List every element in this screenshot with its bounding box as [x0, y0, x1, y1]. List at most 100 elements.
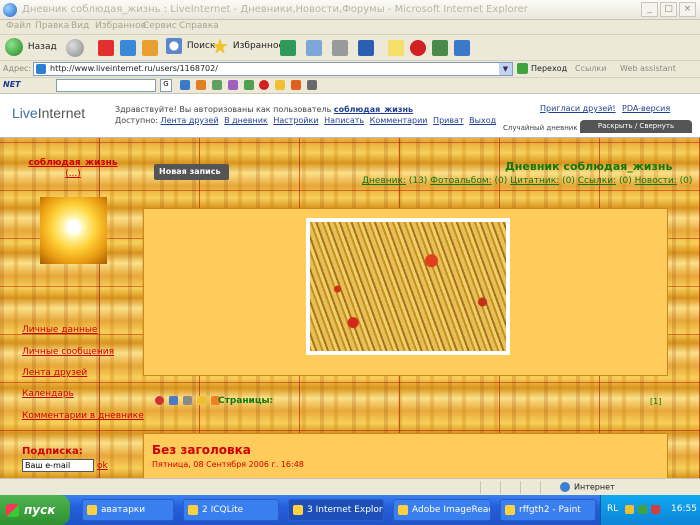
plugin-icon[interactable] [432, 40, 448, 56]
word-icon[interactable] [358, 40, 374, 56]
task-icqlite[interactable]: 2 ICQLite [183, 499, 279, 521]
subscribe-ok-link[interactable]: ok [97, 461, 108, 471]
diary-stats: Дневник: (13) Фотоальбом: (0) Цитатник: … [362, 176, 693, 186]
history-icon[interactable] [280, 40, 296, 56]
nav-friends-feed[interactable]: Лента друзей [161, 116, 219, 125]
page-1-link[interactable]: [1] [650, 397, 661, 406]
sidebar-item-friends-feed[interactable]: Лента друзей [22, 368, 87, 378]
notes-icon[interactable] [388, 40, 404, 56]
nav-private[interactable]: Приват [433, 116, 464, 125]
back-arrow-icon [5, 38, 23, 56]
print-post-icon[interactable] [182, 396, 192, 405]
stat-quotes-link[interactable]: Цитатник: [510, 176, 559, 186]
close-button[interactable]: × [679, 2, 696, 17]
sidebar-item-comments[interactable]: Комментарии в дневнике [22, 411, 144, 421]
go-button[interactable]: Переход [517, 63, 567, 74]
stat-links-link[interactable]: Ссылки: [578, 176, 616, 186]
star-icon [212, 38, 228, 54]
menu-file[interactable]: Файл [6, 21, 31, 31]
ie-icon [3, 3, 17, 17]
print-icon[interactable] [332, 40, 348, 56]
chart-icon[interactable] [180, 80, 190, 90]
pda-version-link[interactable]: PDA-версия [622, 104, 670, 113]
menu-help[interactable]: Справка [179, 21, 219, 31]
menu-favorites[interactable]: Избранное [95, 21, 146, 31]
search-icon [166, 38, 182, 54]
random-diary-link[interactable]: Случайный дневник // [503, 124, 585, 132]
clock: 16:55 [671, 504, 697, 514]
language-indicator[interactable]: RL [607, 504, 618, 514]
email-field[interactable] [22, 459, 94, 472]
nav-to-diary[interactable]: В дневник [224, 116, 268, 125]
cart-icon[interactable] [243, 80, 254, 90]
favorites-button[interactable]: Избранное [212, 38, 284, 58]
post-title[interactable]: Без заголовка [152, 443, 251, 457]
sidebar-item-messages[interactable]: Личные сообщения [22, 347, 114, 357]
wheat-photo [306, 218, 510, 355]
forward-arrow-icon[interactable] [66, 39, 84, 57]
stat-diary-link[interactable]: Дневник: [362, 176, 406, 186]
blog-username-link[interactable]: соблюдая_жизнь [28, 158, 118, 168]
task-paint[interactable]: rffgth2 - Paint [500, 499, 596, 521]
pages-label: Страницы: [218, 396, 274, 406]
mail-icon[interactable] [306, 40, 322, 56]
nav-logout[interactable]: Выход [469, 116, 496, 125]
add-icon[interactable] [155, 396, 164, 405]
start-button[interactable]: пуск [0, 495, 70, 525]
bookmark-star-icon[interactable] [291, 80, 302, 90]
weather-icon[interactable] [211, 80, 222, 90]
nav-comments[interactable]: Комментарии [370, 116, 428, 125]
liveinternet-logo[interactable]: LiveInternet [12, 105, 85, 121]
tray-icon-3[interactable] [651, 505, 660, 514]
menu-view[interactable]: Вид [71, 21, 89, 31]
avatar[interactable] [40, 197, 107, 264]
cloud-icon[interactable] [275, 80, 286, 90]
sidebar-item-calendar[interactable]: Календарь [22, 389, 74, 399]
envelope-icon[interactable] [307, 80, 317, 90]
net-logo: NET [3, 80, 21, 89]
menu-edit[interactable]: Правка [35, 21, 69, 31]
username-link[interactable]: соблюдая_жизнь [334, 105, 413, 114]
minimize-button[interactable]: _ [641, 2, 658, 17]
sidebar-item-profile[interactable]: Личные данные [22, 325, 97, 335]
security-zone: Интернет [560, 482, 615, 492]
diary-title: Дневник соблюдая_жизнь [505, 160, 673, 173]
maximize-button[interactable]: □ [660, 2, 677, 17]
status-bar: Интернет [0, 478, 700, 495]
news-icon[interactable] [195, 80, 206, 90]
net-search-input[interactable] [56, 79, 156, 92]
search-button[interactable]: Поиск [166, 38, 215, 58]
task-imageready[interactable]: Adobe ImageReady... [393, 499, 491, 521]
net-icons [180, 80, 320, 91]
back-button[interactable]: Назад [5, 38, 57, 58]
task-internet-explorer[interactable]: 3 Internet Explorer [288, 499, 384, 521]
home-icon[interactable] [142, 40, 158, 56]
invite-friends-link[interactable]: Пригласи друзей! [540, 104, 616, 113]
task-avatars[interactable]: аватарки [82, 499, 174, 521]
expand-collapse-tab[interactable]: Раскрыть / Свернуть [580, 120, 692, 133]
stat-photos-link[interactable]: Фотоальбом: [430, 176, 491, 186]
menu-tools[interactable]: Сервис [143, 21, 177, 31]
nav-write[interactable]: Написать [324, 116, 364, 125]
links-button[interactable]: Ссылки [575, 64, 606, 73]
heart-icon[interactable] [259, 80, 270, 90]
at-icon[interactable] [410, 40, 426, 56]
new-post-button[interactable]: Новая запись [154, 164, 229, 180]
music-icon[interactable] [227, 80, 238, 90]
address-dropdown-icon[interactable]: ▼ [499, 63, 512, 75]
refresh-icon[interactable] [120, 40, 136, 56]
post-entry: Без заголовка Пятница, 08 Сентября 2006 … [143, 433, 668, 478]
tray-icon-1[interactable] [625, 505, 634, 514]
save-icon[interactable] [168, 396, 178, 405]
nav-settings[interactable]: Настройки [273, 116, 318, 125]
stat-news-link[interactable]: Новости: [635, 176, 677, 186]
blog-user-sub[interactable]: (...) [28, 169, 118, 179]
stop-icon[interactable] [98, 40, 114, 56]
folder-icon[interactable] [196, 396, 206, 405]
window-title: Дневник соблюдая_жизнь : LiveInternet - … [22, 4, 528, 15]
address-input[interactable]: http://www.liveinternet.ru/users/1168702… [33, 62, 513, 76]
messenger-icon[interactable] [454, 40, 470, 56]
web-assistant-button[interactable]: Web assistant [620, 64, 676, 73]
tray-icon-2[interactable] [638, 505, 647, 514]
net-g-button[interactable]: G [160, 79, 172, 92]
